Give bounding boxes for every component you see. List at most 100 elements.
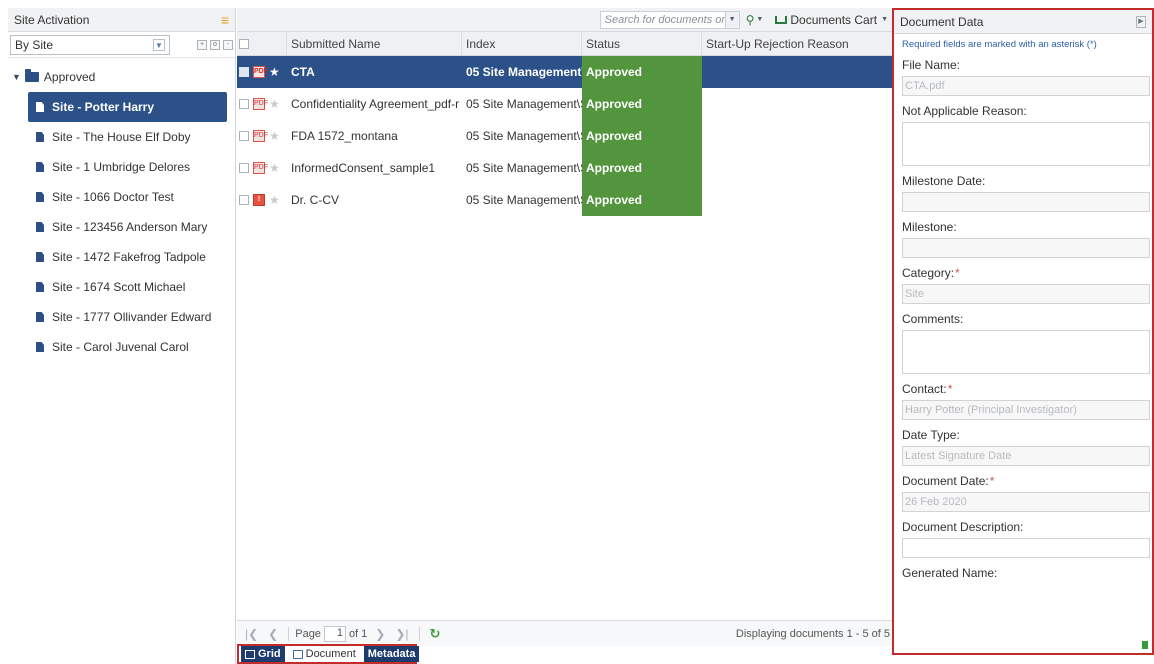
pdf-icon: PDF bbox=[253, 66, 268, 78]
table-row[interactable]: ! ★ Dr. C-CV 05 Site Management\Si... App… bbox=[237, 184, 892, 216]
document-icon bbox=[36, 342, 44, 352]
grid-icon bbox=[245, 649, 255, 659]
row-checkbox[interactable] bbox=[239, 99, 249, 109]
required-asterisk: * bbox=[989, 474, 995, 488]
tree-item-label: Site - Carol Juvenal Carol bbox=[52, 340, 189, 354]
file-name-input[interactable]: CTA.pdf bbox=[902, 76, 1150, 96]
column-header-rejection-reason[interactable]: Start-Up Rejection Reason bbox=[702, 32, 872, 55]
tab-grid[interactable]: Grid bbox=[241, 646, 285, 662]
category-input[interactable]: Site bbox=[902, 284, 1150, 304]
field-category: Category: * Site bbox=[894, 262, 1152, 304]
tree-item-site[interactable]: Site - 1674 Scott Michael bbox=[8, 272, 235, 302]
tree-options-icon[interactable]: - bbox=[223, 39, 233, 50]
first-page-icon[interactable]: |❮ bbox=[245, 627, 258, 641]
column-header-submitted-name[interactable]: Submitted Name bbox=[287, 32, 462, 55]
star-icon[interactable]: ★ bbox=[269, 65, 280, 79]
row-checkbox[interactable] bbox=[239, 163, 249, 173]
tab-document[interactable]: Document bbox=[289, 646, 360, 662]
group-by-value: By Site bbox=[15, 37, 54, 52]
collapse-all-icon[interactable]: + bbox=[197, 39, 207, 50]
chevron-down-icon: ▼ bbox=[881, 16, 888, 23]
document-icon bbox=[36, 132, 44, 142]
pdf-icon: PDF bbox=[253, 98, 268, 110]
panel-title: Document Data bbox=[900, 14, 984, 29]
table-row[interactable]: PDF★ CTA 05 Site Management\Si... Approv… bbox=[237, 56, 892, 88]
tree-item-site[interactable]: Site - 123456 Anderson Mary bbox=[8, 212, 235, 242]
comments-textarea[interactable] bbox=[902, 330, 1150, 374]
displaying-count: Displaying documents 1 - 5 of 5 bbox=[735, 627, 890, 640]
star-icon[interactable]: ★ bbox=[269, 193, 280, 207]
tree-item-site[interactable]: Site - Potter Harry bbox=[28, 92, 227, 122]
tree-item-site[interactable]: Site - Carol Juvenal Carol bbox=[8, 332, 235, 362]
document-icon bbox=[36, 102, 44, 112]
tree-item-label: Site - 123456 Anderson Mary bbox=[52, 220, 208, 234]
document-icon bbox=[36, 222, 44, 232]
column-header-index[interactable]: Index bbox=[462, 32, 582, 55]
next-page-icon[interactable]: ❯ bbox=[375, 627, 385, 641]
row-checkbox[interactable] bbox=[239, 131, 249, 141]
cell-name: Confidentiality Agreement_pdf-r bbox=[291, 97, 460, 111]
row-checkbox[interactable] bbox=[239, 195, 249, 205]
cell-reason bbox=[702, 152, 872, 184]
date-type-input[interactable]: Latest Signature Date bbox=[902, 446, 1150, 466]
panel-header: Site Activation ≡ bbox=[8, 8, 235, 32]
tree-item-site[interactable]: Site - 1 Umbridge Delores bbox=[8, 152, 235, 182]
search-input[interactable]: Search for documents or sele bbox=[599, 10, 726, 29]
document-description-input[interactable] bbox=[902, 538, 1150, 558]
hamburger-menu-icon[interactable]: ≡ bbox=[221, 13, 229, 27]
tree-item-label: Site - 1674 Scott Michael bbox=[52, 280, 186, 294]
field-milestone: Milestone: bbox=[894, 216, 1152, 258]
tree-toolbar: By Site ▼ + o - bbox=[8, 32, 235, 58]
group-by-select[interactable]: By Site ▼ bbox=[10, 34, 170, 55]
expand-triangle-icon[interactable]: ▼ bbox=[12, 72, 21, 82]
document-date-input[interactable]: 26 Feb 2020 bbox=[902, 492, 1150, 512]
milestone-input[interactable] bbox=[902, 238, 1150, 258]
document-icon bbox=[36, 282, 44, 292]
prev-page-icon[interactable]: ❮ bbox=[268, 627, 278, 641]
star-icon[interactable]: ★ bbox=[269, 129, 280, 143]
panel-title: Site Activation bbox=[14, 12, 90, 27]
star-icon[interactable]: ★ bbox=[269, 97, 280, 111]
row-checkbox[interactable] bbox=[239, 67, 249, 77]
chevron-down-icon[interactable]: ▼ bbox=[725, 10, 740, 29]
select-all-checkbox[interactable] bbox=[237, 32, 287, 55]
star-icon[interactable]: ★ bbox=[269, 161, 280, 175]
document-icon bbox=[36, 192, 44, 202]
status-badge: Approved bbox=[582, 56, 702, 88]
panel-header: Document Data ▶ bbox=[894, 10, 1152, 34]
tab-metadata[interactable]: Metadata bbox=[363, 646, 420, 662]
expand-all-icon[interactable]: o bbox=[210, 39, 220, 50]
grid-header: Submitted Name Index Status Start-Up Rej… bbox=[237, 32, 892, 56]
cell-reason bbox=[702, 184, 872, 216]
search-icon: ⚲ bbox=[745, 12, 755, 27]
tree-item-site[interactable]: Site - 1777 Ollivander Edward bbox=[8, 302, 235, 332]
collapse-panel-icon[interactable]: ▶ bbox=[1136, 15, 1146, 28]
milestone-date-input[interactable] bbox=[902, 192, 1150, 212]
refresh-icon[interactable]: ↻ bbox=[430, 626, 441, 642]
last-page-icon[interactable]: ❯| bbox=[395, 627, 408, 641]
documents-cart-button[interactable]: Documents Cart ▼ bbox=[775, 13, 888, 27]
site-activation-panel: Site Activation ≡ By Site ▼ + o - ▼ Appr… bbox=[8, 8, 236, 664]
page-number-input[interactable]: 1 bbox=[323, 625, 346, 642]
required-asterisk: * bbox=[947, 382, 953, 396]
resize-handle-icon[interactable] bbox=[1142, 641, 1148, 649]
tree-item-site[interactable]: Site - 1472 Fakefrog Tadpole bbox=[8, 242, 235, 272]
field-file-name: File Name: CTA.pdf bbox=[894, 54, 1152, 96]
cell-index: 05 Site Management\Si... bbox=[466, 193, 582, 207]
tree-item-label: Site - 1 Umbridge Delores bbox=[52, 160, 191, 174]
tree-item-site[interactable]: Site - 1066 Doctor Test bbox=[8, 182, 235, 212]
pdf-icon: PDF bbox=[253, 130, 268, 142]
required-asterisk: * bbox=[955, 266, 960, 280]
not-applicable-reason-textarea[interactable] bbox=[902, 122, 1150, 166]
tree-folder-approved[interactable]: ▼ Approved bbox=[8, 62, 235, 92]
tree-item-site[interactable]: Site - The House Elf Doby bbox=[8, 122, 235, 152]
status-badge: Approved bbox=[582, 152, 702, 184]
field-not-applicable-reason: Not Applicable Reason: bbox=[894, 100, 1152, 166]
chevron-down-icon: ▼ bbox=[153, 38, 165, 51]
table-row[interactable]: PDF ★ Confidentiality Agreement_pdf-r 05 … bbox=[237, 88, 892, 120]
column-header-status[interactable]: Status bbox=[582, 32, 702, 55]
table-row[interactable]: PDF ★ InformedConsent_sample1 05 Site Man… bbox=[237, 152, 892, 184]
contact-input[interactable]: Harry Potter (Principal Investigator) bbox=[902, 400, 1150, 420]
search-button[interactable]: ⚲ ▼ bbox=[746, 13, 764, 27]
table-row[interactable]: PDF ★ FDA 1572_montana 05 Site Management… bbox=[237, 120, 892, 152]
